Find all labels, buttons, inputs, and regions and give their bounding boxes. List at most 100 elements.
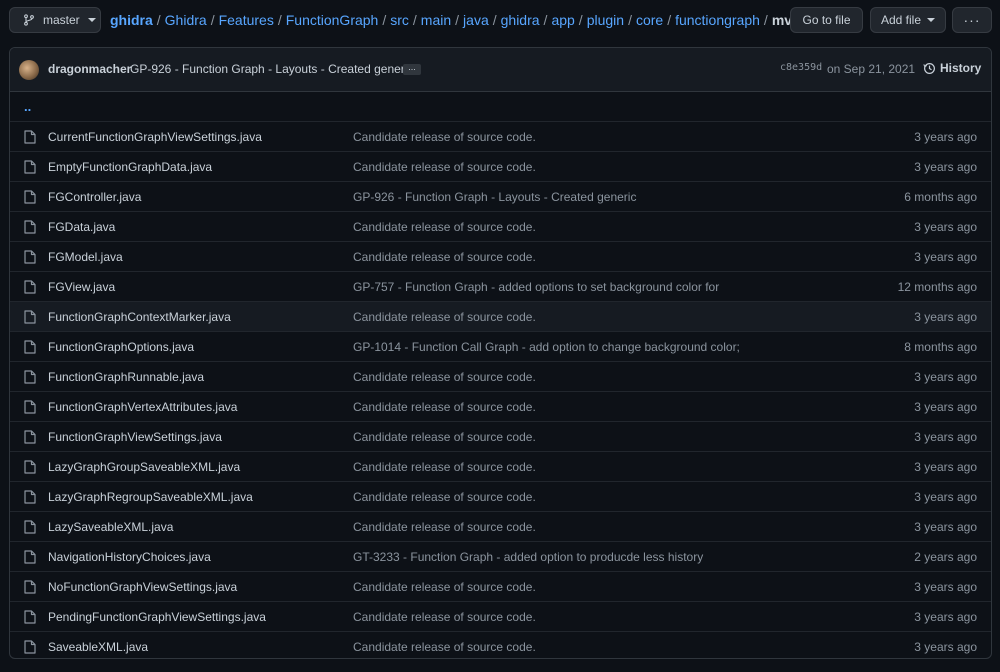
file-commit-message[interactable]: Candidate release of source code. (353, 610, 536, 624)
breadcrumb-separator: / (412, 12, 417, 28)
table-row[interactable]: FGModel.java Candidate release of source … (10, 241, 991, 271)
breadcrumb-item[interactable]: src (390, 12, 409, 28)
file-commit-age: 3 years ago (914, 460, 977, 474)
latest-commit-bar: dragonmacher GP-926 - Function Graph - L… (10, 48, 991, 92)
file-commit-message[interactable]: GT-3233 - Function Graph - added option … (353, 550, 703, 564)
file-name-link[interactable]: EmptyFunctionGraphData.java (48, 160, 212, 174)
file-commit-age: 3 years ago (914, 610, 977, 624)
breadcrumb-item[interactable]: FunctionGraph (286, 12, 379, 28)
file-name-link[interactable]: LazyGraphRegroupSaveableXML.java (48, 490, 253, 504)
file-name-link[interactable]: FunctionGraphRunnable.java (48, 370, 204, 384)
table-row[interactable]: FunctionGraphOptions.java GP-1014 - Funct… (10, 331, 991, 361)
file-commit-message[interactable]: Candidate release of source code. (353, 220, 536, 234)
table-row[interactable]: FunctionGraphViewSettings.java Candidate … (10, 421, 991, 451)
expand-commit-message-button[interactable]: ... (403, 63, 421, 75)
breadcrumb-separator: / (763, 12, 768, 28)
file-commit-message[interactable]: GP-757 - Function Graph - added options … (353, 280, 719, 294)
file-commit-message[interactable]: Candidate release of source code. (353, 370, 536, 384)
table-row[interactable]: LazyGraphGroupSaveableXML.java Candidate … (10, 451, 991, 481)
breadcrumb-item[interactable]: Ghidra (165, 12, 207, 28)
table-row[interactable]: FunctionGraphContextMarker.java Candidate… (10, 301, 991, 331)
file-commit-message[interactable]: Candidate release of source code. (353, 160, 536, 174)
file-commit-age: 3 years ago (914, 430, 977, 444)
breadcrumb-separator: / (628, 12, 632, 28)
table-row[interactable]: EmptyFunctionGraphData.java Candidate rel… (10, 151, 991, 181)
breadcrumb: ghidra / Ghidra / Features / FunctionGraph / src… (110, 11, 812, 29)
table-row[interactable]: CurrentFunctionGraphViewSettings.java Can… (10, 121, 991, 151)
file-name-link[interactable]: FunctionGraphContextMarker.java (48, 310, 231, 324)
table-row[interactable]: FGView.java GP-757 - Function Graph - add… (10, 271, 991, 301)
file-name-link[interactable]: SaveableXML.java (48, 640, 148, 654)
file-name-link[interactable]: FGView.java (48, 280, 115, 294)
breadcrumb-item[interactable]: Features (219, 12, 274, 28)
breadcrumb-item[interactable]: ghidra (501, 12, 540, 28)
branch-selector-button[interactable]: master (9, 7, 101, 33)
breadcrumb-item[interactable]: java (463, 12, 489, 28)
table-row[interactable]: LazySaveableXML.java Candidate release of… (10, 511, 991, 541)
file-commit-message[interactable]: Candidate release of source code. (353, 310, 536, 324)
file-commit-message[interactable]: Candidate release of source code. (353, 250, 536, 264)
breadcrumb-item[interactable]: ghidra (110, 12, 153, 28)
table-row[interactable]: FunctionGraphRunnable.java Candidate rele… (10, 361, 991, 391)
file-name-link[interactable]: FGData.java (48, 220, 115, 234)
breadcrumb-separator: / (578, 12, 583, 28)
breadcrumb-item[interactable]: main (421, 12, 451, 28)
table-row[interactable]: FGController.java GP-926 - Function Graph… (10, 181, 991, 211)
file-icon (24, 340, 36, 354)
commit-author[interactable]: dragonmacher (48, 62, 131, 76)
breadcrumb-item[interactable]: core (636, 12, 663, 28)
table-row[interactable]: FunctionGraphVertexAttributes.java Candid… (10, 391, 991, 421)
file-icon (24, 370, 36, 384)
file-name-link[interactable]: LazyGraphGroupSaveableXML.java (48, 460, 240, 474)
file-icon (24, 640, 36, 654)
file-name-link[interactable]: NavigationHistoryChoices.java (48, 550, 211, 564)
file-icon (24, 460, 36, 474)
file-commit-age: 12 months ago (897, 280, 977, 294)
file-name-link[interactable]: FunctionGraphOptions.java (48, 340, 194, 354)
file-commit-message[interactable]: Candidate release of source code. (353, 490, 536, 504)
breadcrumb-item[interactable]: plugin (587, 12, 624, 28)
file-name-link[interactable]: FGModel.java (48, 250, 123, 264)
parent-directory-link[interactable]: .. (24, 99, 31, 114)
commit-message[interactable]: GP-926 - Function Graph - Layouts - Crea… (130, 62, 413, 76)
file-icon (24, 160, 36, 174)
file-name-link[interactable]: FGController.java (48, 190, 141, 204)
file-name-link[interactable]: PendingFunctionGraphViewSettings.java (48, 610, 266, 624)
file-commit-message[interactable]: Candidate release of source code. (353, 430, 536, 444)
file-name-link[interactable]: FunctionGraphVertexAttributes.java (48, 400, 237, 414)
add-file-button[interactable]: Add file (870, 7, 946, 33)
file-name-link[interactable]: FunctionGraphViewSettings.java (48, 430, 222, 444)
table-row[interactable]: NoFunctionGraphViewSettings.java Candidat… (10, 571, 991, 601)
file-commit-message[interactable]: Candidate release of source code. (353, 460, 536, 474)
file-commit-message[interactable]: Candidate release of source code. (353, 400, 536, 414)
history-icon (923, 62, 935, 74)
table-row[interactable]: LazyGraphRegroupSaveableXML.java Candidat… (10, 481, 991, 511)
file-commit-age: 8 months ago (904, 340, 977, 354)
file-commit-age: 3 years ago (914, 370, 977, 384)
commit-sha[interactable]: c8e359d (780, 62, 822, 73)
file-name-link[interactable]: CurrentFunctionGraphViewSettings.java (48, 130, 262, 144)
parent-directory-row[interactable]: .. (10, 92, 991, 121)
avatar[interactable] (19, 60, 39, 80)
file-commit-age: 3 years ago (914, 490, 977, 504)
file-commit-message[interactable]: Candidate release of source code. (353, 640, 536, 654)
history-link[interactable]: History (923, 61, 981, 75)
go-to-file-button[interactable]: Go to file (790, 7, 863, 33)
file-commit-message[interactable]: Candidate release of source code. (353, 580, 536, 594)
breadcrumb-item[interactable]: app (551, 12, 574, 28)
more-options-button[interactable]: ··· (952, 7, 992, 33)
table-row[interactable]: PendingFunctionGraphViewSettings.java Can… (10, 601, 991, 631)
file-commit-message[interactable]: GP-1014 - Function Call Graph - add opti… (353, 340, 740, 354)
table-row[interactable]: FGData.java Candidate release of source c… (10, 211, 991, 241)
file-commit-message[interactable]: Candidate release of source code. (353, 130, 536, 144)
file-icon (24, 220, 36, 234)
file-name-link[interactable]: LazySaveableXML.java (48, 520, 173, 534)
file-commit-message[interactable]: GP-926 - Function Graph - Layouts - Crea… (353, 190, 636, 204)
table-row[interactable]: NavigationHistoryChoices.java GT-3233 - F… (10, 541, 991, 571)
file-name-link[interactable]: NoFunctionGraphViewSettings.java (48, 580, 237, 594)
breadcrumb-item[interactable]: functiongraph (675, 12, 760, 28)
file-commit-message[interactable]: Candidate release of source code. (353, 520, 536, 534)
table-row[interactable]: SaveableXML.java Candidate release of sou… (10, 631, 991, 658)
file-commit-age: 6 months ago (904, 190, 977, 204)
file-icon (24, 280, 36, 294)
